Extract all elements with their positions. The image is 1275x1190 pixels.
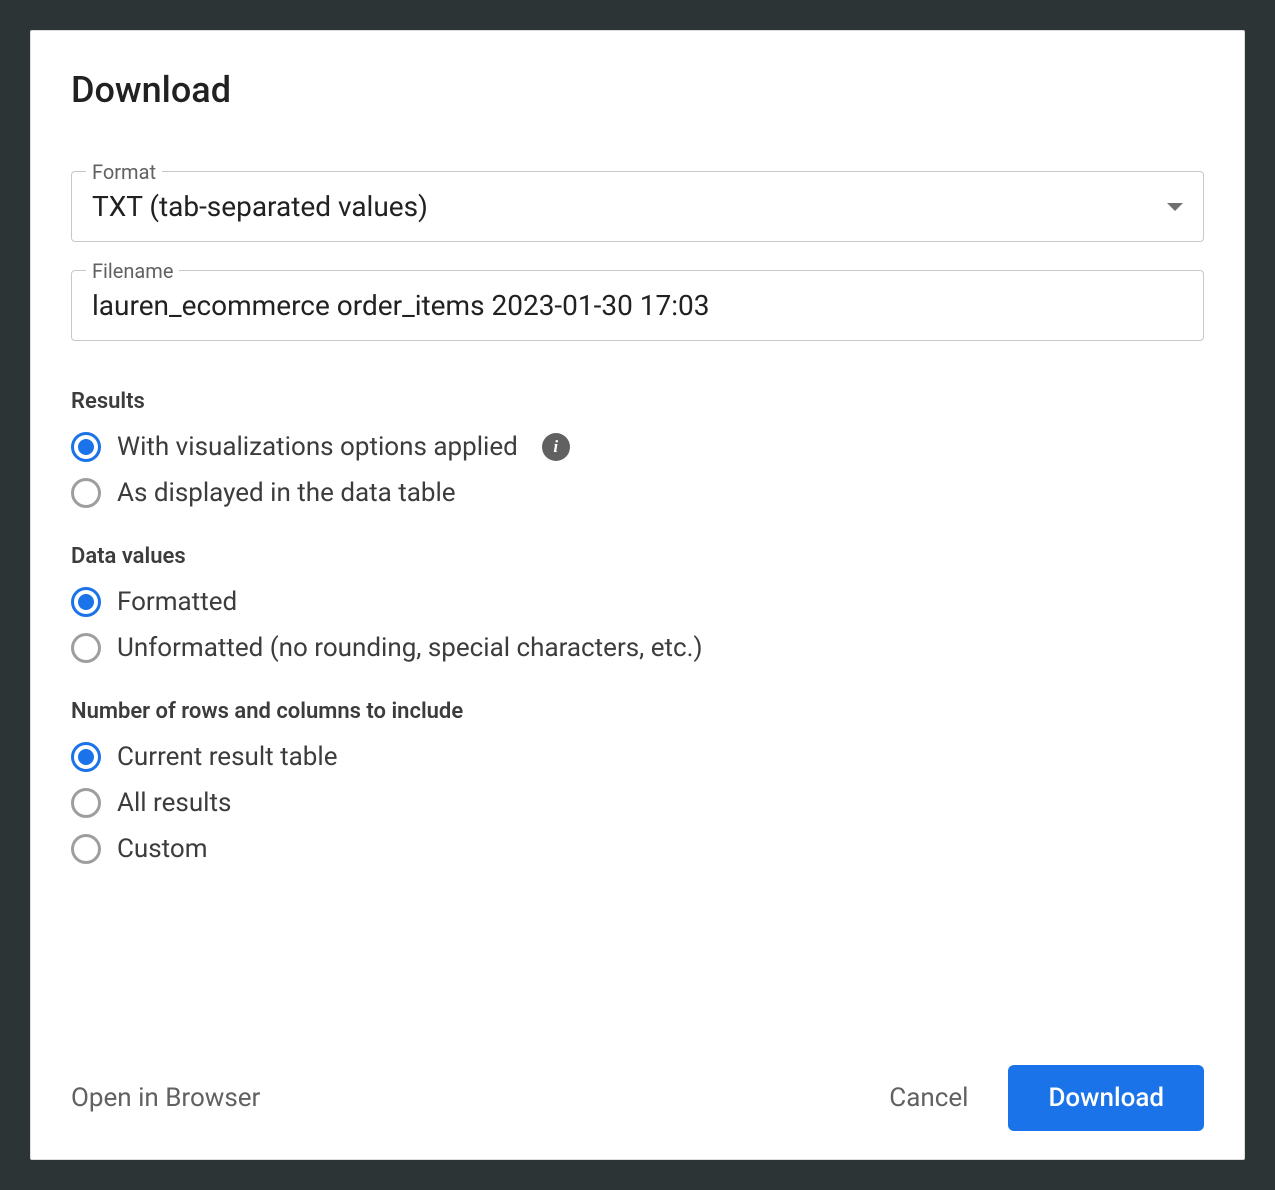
radio-label: Custom bbox=[117, 834, 208, 864]
radio-button-icon bbox=[71, 742, 101, 772]
format-select[interactable]: Format TXT (tab-separated values) bbox=[71, 171, 1204, 242]
download-button[interactable]: Download bbox=[1008, 1065, 1204, 1131]
radio-label: Formatted bbox=[117, 587, 237, 617]
info-icon[interactable]: i bbox=[542, 433, 570, 461]
radio-results-as-displayed[interactable]: As displayed in the data table bbox=[71, 478, 1204, 508]
radio-button-icon bbox=[71, 788, 101, 818]
chevron-down-icon bbox=[1167, 203, 1183, 211]
results-section-label: Results bbox=[71, 389, 1204, 414]
radio-button-icon bbox=[71, 834, 101, 864]
open-in-browser-button[interactable]: Open in Browser bbox=[71, 1083, 260, 1113]
cancel-button[interactable]: Cancel bbox=[889, 1083, 968, 1113]
radio-rows-all[interactable]: All results bbox=[71, 788, 1204, 818]
data-values-section-label: Data values bbox=[71, 544, 1204, 569]
radio-label: With visualizations options applied bbox=[117, 432, 518, 462]
radio-label: Unformatted (no rounding, special charac… bbox=[117, 633, 703, 663]
format-value: TXT (tab-separated values) bbox=[92, 190, 428, 223]
filename-input[interactable] bbox=[92, 289, 1183, 322]
radio-button-icon bbox=[71, 633, 101, 663]
rows-cols-section-label: Number of rows and columns to include bbox=[71, 699, 1204, 724]
radio-label: As displayed in the data table bbox=[117, 478, 456, 508]
radio-button-icon bbox=[71, 432, 101, 462]
radio-data-unformatted[interactable]: Unformatted (no rounding, special charac… bbox=[71, 633, 1204, 663]
download-dialog: Download Format TXT (tab-separated value… bbox=[30, 30, 1245, 1160]
radio-button-icon bbox=[71, 478, 101, 508]
radio-results-with-viz[interactable]: With visualizations options applied i bbox=[71, 432, 1204, 462]
radio-rows-current[interactable]: Current result table bbox=[71, 742, 1204, 772]
dialog-footer: Open in Browser Cancel Download bbox=[71, 1025, 1204, 1131]
filename-field-container: Filename bbox=[71, 270, 1204, 341]
format-label: Format bbox=[86, 160, 162, 184]
dialog-title: Download bbox=[71, 69, 1204, 111]
radio-rows-custom[interactable]: Custom bbox=[71, 834, 1204, 864]
radio-label: All results bbox=[117, 788, 231, 818]
radio-data-formatted[interactable]: Formatted bbox=[71, 587, 1204, 617]
filename-label: Filename bbox=[86, 259, 179, 283]
radio-button-icon bbox=[71, 587, 101, 617]
radio-label: Current result table bbox=[117, 742, 337, 772]
